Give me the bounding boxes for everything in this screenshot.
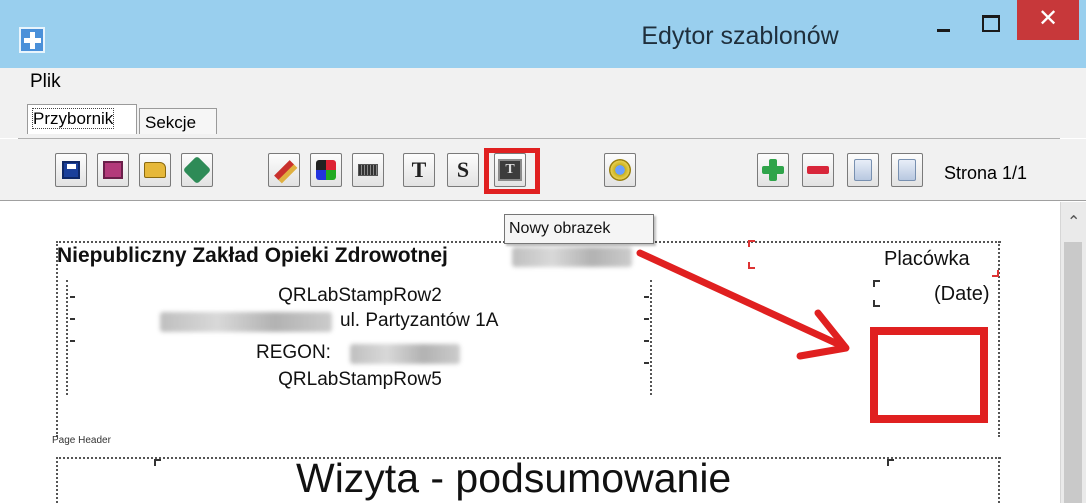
title-bar: Edytor szablonów ✕ [0, 0, 1086, 68]
menu-item-plik[interactable]: Plik [30, 71, 61, 93]
previous-page-button[interactable] [847, 153, 879, 187]
date-field[interactable]: (Date) [934, 283, 990, 306]
close-icon: ✕ [1037, 5, 1059, 32]
page-icon [898, 159, 916, 181]
field-corner [154, 459, 161, 466]
address-frame-left [66, 280, 68, 395]
row-marker [644, 296, 649, 298]
close-button[interactable]: ✕ [1017, 0, 1079, 40]
body-frame-left [56, 457, 58, 503]
tooltip-new-image: Nowy obrazek [504, 214, 654, 244]
field-corner [887, 459, 894, 466]
stamp-row-address[interactable]: ul. Partyzantów 1A [340, 310, 540, 332]
save-as-button[interactable] [97, 153, 129, 187]
remove-page-button[interactable] [802, 153, 834, 187]
redacted-text [350, 344, 460, 364]
scroll-up-icon[interactable]: ⌃ [1067, 212, 1080, 232]
row-marker [70, 296, 75, 298]
tab-label: Sekcje [145, 113, 197, 132]
minimize-button[interactable] [924, 8, 962, 48]
barcode-icon [358, 164, 378, 176]
add-page-icon [762, 159, 784, 181]
save-as-icon [103, 161, 123, 179]
field-corner [873, 300, 880, 307]
row-marker [644, 340, 649, 342]
vertical-scrollbar[interactable]: ⌃ [1060, 202, 1086, 503]
text-icon: T [411, 157, 427, 182]
header-facility-name[interactable]: Niepubliczny Zakład Opieki Zdrowotnej [57, 244, 448, 268]
row-marker [70, 318, 75, 320]
menu-bar: Plik [0, 68, 1086, 96]
open-button[interactable] [139, 153, 171, 187]
scroll-thumb[interactable] [1064, 242, 1082, 503]
selection-corner [748, 240, 755, 247]
field-corner [873, 280, 880, 287]
add-page-button[interactable] [757, 153, 789, 187]
save-button[interactable] [55, 153, 87, 187]
clean-button[interactable] [181, 153, 213, 187]
row-marker [644, 362, 649, 364]
row-marker [70, 340, 75, 342]
page-indicator: Strona 1/1 [944, 163, 1028, 183]
selection-corner [992, 270, 999, 277]
open-folder-icon [144, 162, 166, 178]
selection-corner [748, 262, 755, 269]
address-frame-right [650, 280, 652, 395]
preview-button[interactable] [604, 153, 636, 187]
preview-icon [609, 159, 631, 181]
remove-page-icon [807, 166, 829, 174]
stamp-row-2[interactable]: QRLabStampRow2 [200, 285, 520, 307]
stamp-row-5[interactable]: QRLabStampRow5 [200, 369, 520, 391]
document-title[interactable]: Wizyta - podsumowanie [296, 455, 731, 502]
clean-icon [182, 155, 212, 185]
page-icon [854, 159, 872, 181]
special-text-icon: S [456, 157, 470, 182]
redacted-text [160, 312, 332, 332]
row-marker [644, 318, 649, 320]
save-icon [62, 161, 80, 179]
maximize-button[interactable] [970, 8, 1008, 48]
stamp-row-regon-label[interactable]: REGON: [256, 342, 346, 364]
barcode-button[interactable] [352, 153, 384, 187]
facility-field[interactable]: Placówka [884, 248, 970, 271]
next-page-button[interactable] [891, 153, 923, 187]
section-label-page-header: Page Header [52, 435, 111, 446]
window-title: Edytor szablonów [641, 22, 839, 50]
tab-strip: Przybornik Sekcje [0, 96, 1086, 138]
image-placeholder-highlight [870, 327, 988, 423]
image-button-highlight [484, 148, 540, 194]
redacted-text [512, 247, 632, 267]
tab-przybornik[interactable]: Przybornik [27, 104, 137, 134]
text-button[interactable]: T [403, 153, 435, 187]
app-icon [19, 27, 45, 53]
toolbar: T S T Strona 1/1 [0, 139, 1086, 201]
colors-button[interactable] [310, 153, 342, 187]
tab-sekcje[interactable]: Sekcje [139, 108, 217, 134]
special-text-button[interactable]: S [447, 153, 479, 187]
colors-icon [316, 160, 336, 180]
tab-label: Przybornik [31, 108, 115, 129]
brush-button[interactable] [268, 153, 300, 187]
body-frame-right [998, 457, 1000, 503]
brush-icon [274, 160, 294, 180]
header-frame-left [56, 241, 58, 437]
